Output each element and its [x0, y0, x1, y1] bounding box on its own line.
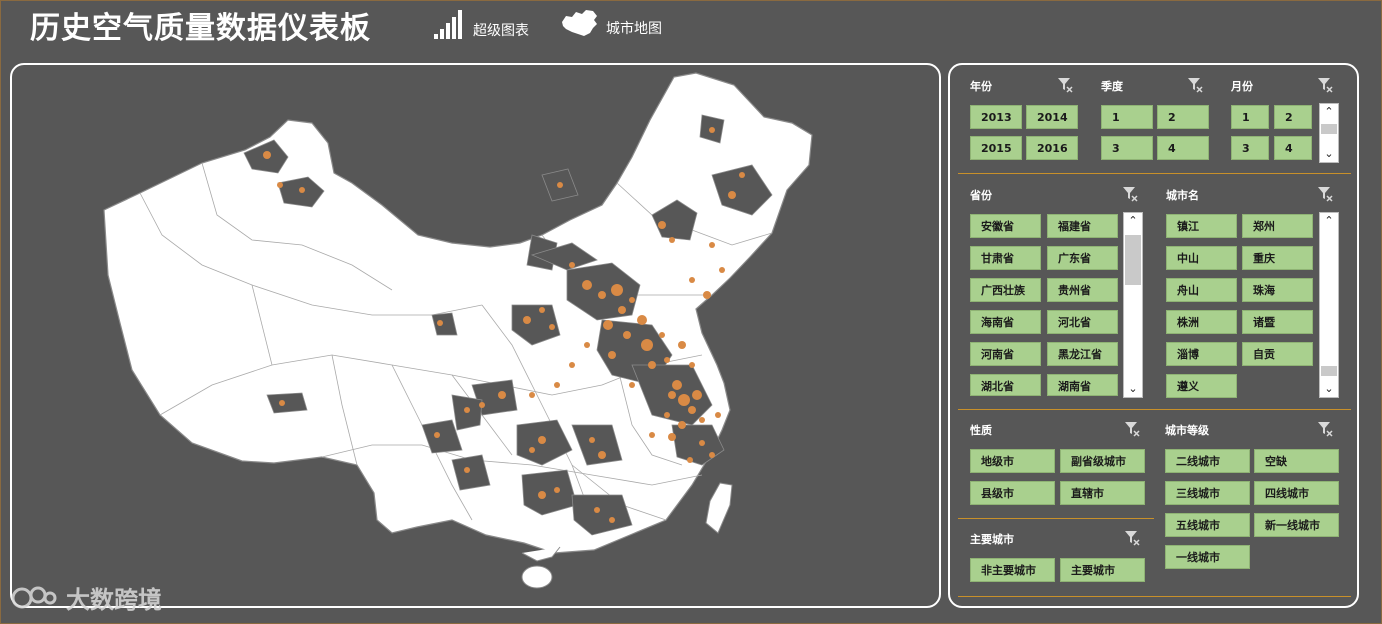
year-2015[interactable]: 2015 [970, 136, 1022, 160]
clear-filter-icon[interactable] [1317, 186, 1333, 202]
province-guangxi[interactable]: 广西壮族 [970, 278, 1041, 302]
city-zhenjiang[interactable]: 镇江 [1166, 214, 1237, 238]
province-scrollbar[interactable]: ⌃ ⌄ [1123, 212, 1143, 398]
province-anhui[interactable]: 安徽省 [970, 214, 1041, 238]
slicer-title-year: 年份 [970, 80, 992, 93]
clear-filter-icon[interactable] [1317, 77, 1333, 93]
province-heilongjiang[interactable]: 黑龙江省 [1047, 342, 1118, 366]
province-hubei[interactable]: 湖北省 [970, 374, 1041, 396]
tier-4[interactable]: 四线城市 [1254, 481, 1339, 505]
scroll-thumb[interactable] [1321, 366, 1337, 376]
watermark: 大数跨境 [10, 580, 162, 615]
scroll-thumb[interactable] [1321, 124, 1337, 134]
scroll-down-icon[interactable]: ⌄ [1320, 381, 1338, 397]
slicer-title-quarter: 季度 [1101, 80, 1123, 93]
province-guizhou[interactable]: 贵州省 [1047, 278, 1118, 302]
city-zhuzhou[interactable]: 株洲 [1166, 310, 1237, 334]
divider [958, 518, 1154, 519]
nav-city-map[interactable]: 城市地图 [560, 8, 662, 38]
month-scrollbar[interactable]: ⌃ ⌄ [1319, 103, 1339, 163]
year-2013[interactable]: 2013 [970, 105, 1022, 129]
city-zhuji[interactable]: 诸暨 [1242, 310, 1313, 334]
bar-chart-icon [434, 10, 462, 39]
quarter-1[interactable]: 1 [1101, 105, 1153, 129]
major-no[interactable]: 非主要城市 [970, 558, 1055, 582]
quarter-2[interactable]: 2 [1157, 105, 1209, 129]
city-zhongshan[interactable]: 中山 [1166, 246, 1237, 270]
month-2[interactable]: 2 [1274, 105, 1312, 129]
city-zigong[interactable]: 自贡 [1242, 342, 1313, 366]
nav-super-chart[interactable]: 超级图表 [433, 8, 529, 40]
clear-filter-icon[interactable] [1057, 77, 1073, 93]
city-scrollbar[interactable]: ⌃ ⌄ [1319, 212, 1339, 398]
month-4[interactable]: 4 [1274, 136, 1312, 160]
clear-filter-icon[interactable] [1317, 421, 1333, 437]
china-map-icon [562, 10, 597, 36]
nature-municipality[interactable]: 直辖市 [1060, 481, 1145, 505]
china-air-quality-map[interactable] [12, 65, 939, 606]
province-fujian[interactable]: 福建省 [1047, 214, 1118, 238]
nav-city-map-label: 城市地图 [606, 21, 662, 37]
scroll-down-icon[interactable]: ⌄ [1124, 381, 1142, 397]
province-hainan[interactable]: 海南省 [970, 310, 1041, 334]
divider [958, 409, 1351, 410]
slicer-title-province: 省份 [970, 189, 992, 202]
slicer-title-city: 城市名 [1166, 189, 1199, 202]
tier-new-1[interactable]: 新一线城市 [1254, 513, 1339, 537]
province-henan[interactable]: 河南省 [970, 342, 1041, 366]
map-panel [10, 63, 941, 608]
tier-blank[interactable]: 空缺 [1254, 449, 1339, 473]
nature-prefecture[interactable]: 地级市 [970, 449, 1055, 473]
divider [958, 596, 1351, 597]
clear-filter-icon[interactable] [1124, 421, 1140, 437]
clear-filter-icon[interactable] [1124, 530, 1140, 546]
scroll-thumb[interactable] [1125, 235, 1141, 285]
tier-1[interactable]: 一线城市 [1165, 545, 1250, 569]
year-2016[interactable]: 2016 [1026, 136, 1078, 160]
logo-icon [11, 586, 57, 608]
month-3[interactable]: 3 [1231, 136, 1269, 160]
tier-2[interactable]: 二线城市 [1165, 449, 1250, 473]
city-zibo[interactable]: 淄博 [1166, 342, 1237, 366]
tier-3[interactable]: 三线城市 [1165, 481, 1250, 505]
city-zunyi[interactable]: 遵义 [1166, 374, 1237, 398]
watermark-text: 大数跨境 [66, 586, 162, 614]
scroll-down-icon[interactable]: ⌄ [1320, 146, 1338, 162]
year-2014[interactable]: 2014 [1026, 105, 1078, 129]
city-zhengzhou[interactable]: 郑州 [1242, 214, 1313, 238]
major-yes[interactable]: 主要城市 [1060, 558, 1145, 582]
slicer-title-major: 主要城市 [970, 533, 1014, 546]
province-guangdong[interactable]: 广东省 [1047, 246, 1118, 270]
slicer-title-nature: 性质 [970, 424, 992, 437]
nature-county[interactable]: 县级市 [970, 481, 1055, 505]
province-hebei[interactable]: 河北省 [1047, 310, 1118, 334]
province-hunan[interactable]: 湖南省 [1047, 374, 1118, 396]
scroll-up-icon[interactable]: ⌃ [1320, 104, 1338, 120]
divider [958, 173, 1351, 174]
city-chongqing[interactable]: 重庆 [1242, 246, 1313, 270]
slicer-title-month: 月份 [1231, 80, 1253, 93]
page-title: 历史空气质量数据仪表板 [30, 11, 371, 46]
month-1[interactable]: 1 [1231, 105, 1269, 129]
nav-super-chart-label: 超级图表 [473, 23, 529, 39]
clear-filter-icon[interactable] [1187, 77, 1203, 93]
quarter-4[interactable]: 4 [1157, 136, 1209, 160]
clear-filter-icon[interactable] [1122, 186, 1138, 202]
slicer-title-tier: 城市等级 [1165, 424, 1209, 437]
scroll-up-icon[interactable]: ⌃ [1320, 213, 1338, 229]
tier-5[interactable]: 五线城市 [1165, 513, 1250, 537]
city-zhuhai[interactable]: 珠海 [1242, 278, 1313, 302]
nature-sub-provincial[interactable]: 副省级城市 [1060, 449, 1145, 473]
province-gansu[interactable]: 甘肃省 [970, 246, 1041, 270]
city-zhoushan[interactable]: 舟山 [1166, 278, 1237, 302]
scroll-up-icon[interactable]: ⌃ [1124, 213, 1142, 229]
quarter-3[interactable]: 3 [1101, 136, 1153, 160]
